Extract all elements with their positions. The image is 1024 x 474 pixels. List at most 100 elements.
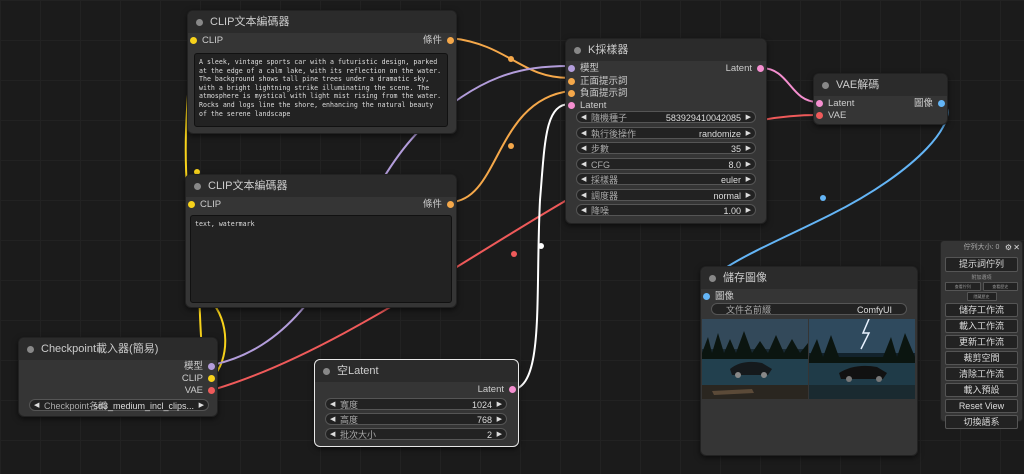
decrement-arrow-icon[interactable]: ◀ [581, 159, 586, 171]
collapse-dot-icon[interactable] [194, 183, 201, 190]
decrement-arrow-icon[interactable]: ◀ [581, 190, 586, 202]
input-socket-icon[interactable] [703, 293, 710, 300]
output-clip[interactable]: CLIP [182, 373, 215, 385]
decrement-arrow-icon[interactable]: ◀ [581, 112, 586, 124]
increment-arrow-icon[interactable]: ▶ [746, 205, 751, 217]
widget-steps[interactable]: ◀ 步數 35 ▶ [576, 142, 756, 154]
decrement-arrow-icon[interactable]: ◀ [34, 400, 39, 412]
input-socket-icon[interactable] [188, 201, 195, 208]
widget-height[interactable]: ◀ 高度 768 ▶ [325, 413, 507, 425]
input-vae[interactable]: VAE [816, 110, 846, 122]
widget-batch-size[interactable]: ◀ 批次大小 2 ▶ [325, 428, 507, 440]
output-socket-icon[interactable] [509, 386, 516, 393]
decrement-arrow-icon[interactable]: ◀ [330, 399, 335, 411]
output-conditioning[interactable]: 條件 [423, 35, 454, 47]
generated-image-2[interactable] [809, 319, 915, 399]
input-socket-icon[interactable] [190, 37, 197, 44]
increment-arrow-icon[interactable]: ▶ [199, 400, 204, 412]
clear-workflow-button[interactable]: 清除工作流 [945, 367, 1018, 381]
output-socket-icon[interactable] [447, 37, 454, 44]
clip-text-encode-negative-node[interactable]: CLIP文本編碼器 CLIP 條件 text, watermark [185, 174, 457, 308]
increment-arrow-icon[interactable]: ▶ [497, 429, 502, 441]
widget-width[interactable]: ◀ 寬度 1024 ▶ [325, 398, 507, 410]
prompt-textarea[interactable]: text, watermark [190, 215, 452, 303]
ksampler-node[interactable]: K採樣器 模型 正面提示詞 負面提示詞 Latent Latent ◀ 隨機種子… [565, 38, 767, 224]
increment-arrow-icon[interactable]: ▶ [746, 128, 751, 140]
widget-seed[interactable]: ◀ 隨機種子 583929410042085 ▶ [576, 111, 756, 123]
input-clip[interactable]: CLIP [190, 35, 223, 47]
increment-arrow-icon[interactable]: ▶ [746, 159, 751, 171]
refresh-workflow-button[interactable]: 更新工作流 [945, 335, 1018, 349]
decrement-arrow-icon[interactable]: ◀ [581, 205, 586, 217]
output-socket-icon[interactable] [208, 363, 215, 370]
switch-locale-button[interactable]: 切換語系 [945, 415, 1018, 429]
input-positive[interactable]: 正面提示詞 [568, 76, 628, 88]
output-model[interactable]: 模型 [184, 361, 215, 373]
prompt-textarea[interactable]: A sleek, vintage sports car with a futur… [194, 53, 448, 127]
empty-latent-node[interactable]: 空Latent Latent ◀ 寬度 1024 ▶ ◀ 高度 768 ▶ ◀ … [314, 359, 519, 447]
output-socket-icon[interactable] [757, 65, 764, 72]
widget-control-after-generate[interactable]: ◀ 執行後操作 randomize ▶ [576, 127, 756, 139]
decrement-arrow-icon[interactable]: ◀ [330, 414, 335, 426]
decrement-arrow-icon[interactable]: ◀ [330, 429, 335, 441]
input-images[interactable]: 圖像 [703, 291, 734, 303]
output-socket-icon[interactable] [447, 201, 454, 208]
node-title-bar[interactable]: 儲存圖像 [701, 267, 917, 289]
node-title-bar[interactable]: VAE解碼 [814, 74, 947, 96]
hide-history-button[interactable]: 隱藏歷史 [966, 292, 997, 301]
widget-ckpt-name[interactable]: ◀ Checkpoint名稱 sd3_medium_incl_clips... … [29, 399, 209, 411]
input-model[interactable]: 模型 [568, 63, 599, 75]
output-socket-icon[interactable] [208, 375, 215, 382]
save-workflow-button[interactable]: 儲存工作流 [945, 303, 1018, 317]
clip-text-encode-positive-node[interactable]: CLIP文本編碼器 CLIP 條件 A sleek, vintage sport… [187, 10, 457, 134]
increment-arrow-icon[interactable]: ▶ [746, 174, 751, 186]
input-latent[interactable]: Latent [816, 98, 854, 110]
settings-gear-icon[interactable]: ⚙ [1005, 241, 1012, 255]
node-title-bar[interactable]: CLIP文本編碼器 [186, 175, 456, 197]
input-socket-icon[interactable] [568, 102, 575, 109]
collapse-dot-icon[interactable] [323, 368, 330, 375]
vae-decode-node[interactable]: VAE解碼 Latent VAE 圖像 [813, 73, 948, 125]
output-conditioning[interactable]: 條件 [423, 199, 454, 211]
node-title-bar[interactable]: CLIP文本編碼器 [188, 11, 456, 33]
load-workflow-button[interactable]: 載入工作流 [945, 319, 1018, 333]
clipspace-button[interactable]: 裁剪空間 [945, 351, 1018, 365]
generated-image-1[interactable] [702, 319, 808, 399]
decrement-arrow-icon[interactable]: ◀ [581, 143, 586, 155]
view-history-button[interactable]: 查看歷史 [982, 282, 1018, 291]
output-image[interactable]: 圖像 [914, 98, 945, 110]
queue-prompt-button[interactable]: 提示詞佇列 [945, 257, 1018, 272]
increment-arrow-icon[interactable]: ▶ [746, 143, 751, 155]
input-socket-icon[interactable] [816, 112, 823, 119]
collapse-dot-icon[interactable] [822, 82, 829, 89]
view-queue-button[interactable]: 查看佇列 [945, 282, 981, 291]
output-latent[interactable]: Latent [478, 384, 516, 396]
increment-arrow-icon[interactable]: ▶ [746, 112, 751, 124]
widget-cfg[interactable]: ◀ CFG 8.0 ▶ [576, 158, 756, 170]
collapse-dot-icon[interactable] [27, 346, 34, 353]
extra-options-label[interactable]: 附加選項 [941, 274, 1022, 282]
output-latent[interactable]: Latent [726, 63, 764, 75]
widget-sampler[interactable]: ◀ 採樣器 euler ▶ [576, 173, 756, 185]
increment-arrow-icon[interactable]: ▶ [497, 399, 502, 411]
input-socket-icon[interactable] [568, 65, 575, 72]
load-default-button[interactable]: 載入預設 [945, 383, 1018, 397]
input-clip[interactable]: CLIP [188, 199, 221, 211]
collapse-dot-icon[interactable] [709, 275, 716, 282]
input-negative[interactable]: 負面提示詞 [568, 88, 628, 100]
save-image-node[interactable]: 儲存圖像 圖像 文件名前綴 ComfyUI [700, 266, 918, 456]
collapse-dot-icon[interactable] [574, 47, 581, 54]
increment-arrow-icon[interactable]: ▶ [497, 414, 502, 426]
collapse-dot-icon[interactable] [196, 19, 203, 26]
input-socket-icon[interactable] [568, 90, 575, 97]
widget-scheduler[interactable]: ◀ 調度器 normal ▶ [576, 189, 756, 201]
widget-filename-prefix[interactable]: 文件名前綴 ComfyUI [711, 303, 907, 315]
reset-view-button[interactable]: Reset View [945, 399, 1018, 413]
input-socket-icon[interactable] [816, 100, 823, 107]
output-socket-icon[interactable] [208, 387, 215, 394]
decrement-arrow-icon[interactable]: ◀ [581, 128, 586, 140]
decrement-arrow-icon[interactable]: ◀ [581, 174, 586, 186]
close-icon[interactable]: ✕ [1013, 241, 1020, 255]
widget-denoise[interactable]: ◀ 降噪 1.00 ▶ [576, 204, 756, 216]
checkpoint-loader-node[interactable]: Checkpoint載入器(簡易) 模型 CLIP VAE ◀ Checkpoi… [18, 337, 218, 417]
